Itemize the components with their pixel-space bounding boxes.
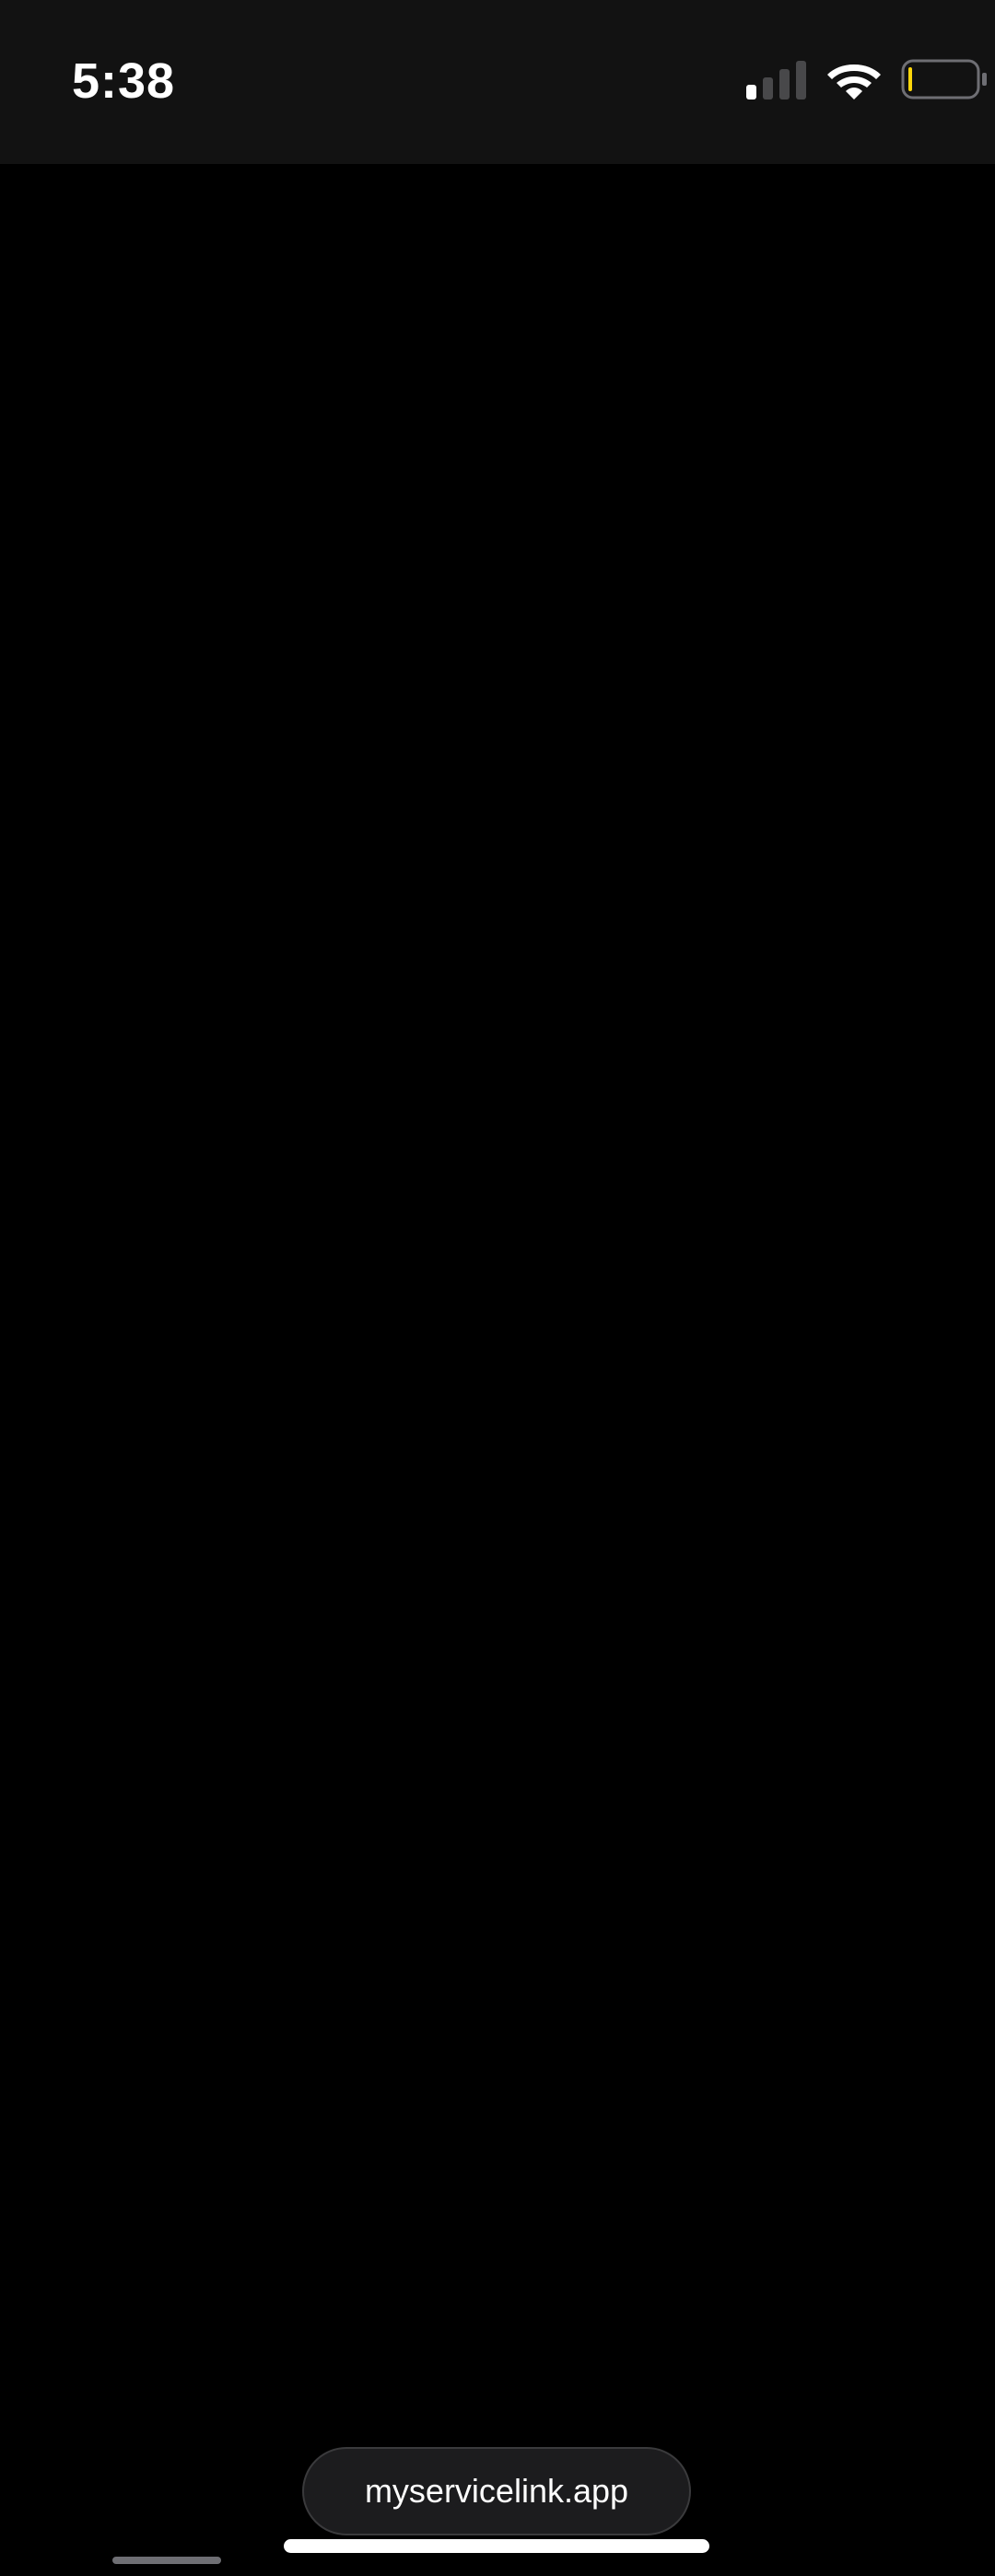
status-time: 5:38 — [72, 53, 176, 109]
cellular-signal-icon — [746, 61, 806, 100]
url-text: myservicelink.app — [364, 2472, 629, 2510]
blank-content-area — [0, 164, 995, 2576]
browser-address-bar[interactable]: myservicelink.app — [302, 2447, 691, 2535]
bottom-handle[interactable] — [112, 2557, 221, 2564]
battery-level-fill — [908, 67, 912, 91]
battery-icon — [901, 59, 987, 100]
status-bar: 5:38 — [0, 0, 995, 164]
wifi-icon — [827, 64, 881, 100]
home-indicator[interactable] — [284, 2539, 709, 2553]
